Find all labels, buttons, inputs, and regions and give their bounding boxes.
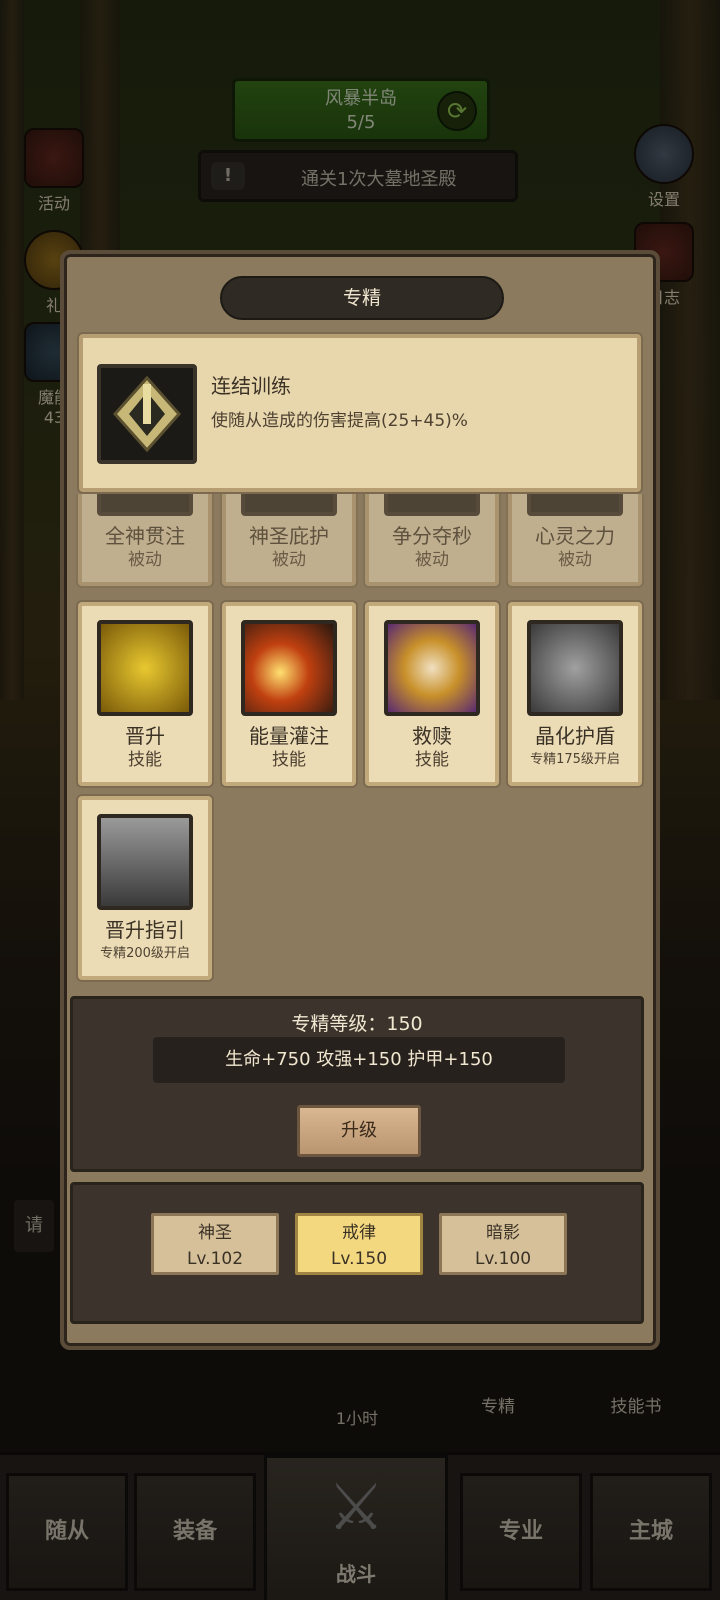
- skill-card[interactable]: 晋升指引 专精200级开启: [78, 796, 212, 980]
- ascension-icon: [97, 620, 193, 716]
- skill-name: 能量灌注: [249, 724, 329, 748]
- skill-type: 被动: [128, 550, 162, 570]
- skill-type: 被动: [415, 550, 449, 570]
- specialization-modal: 专精 连结训练 使随从造成的伤害提高(25+45)% 全神贯注 被动 神圣庇护 …: [60, 250, 660, 1350]
- tree-level: Lv.100: [474, 1249, 532, 1269]
- skill-card[interactable]: 神圣庇护 被动: [222, 494, 356, 586]
- ascension-guide-icon: [97, 814, 193, 910]
- skill-name: 神圣庇护: [249, 524, 329, 548]
- skill-detail-card: 连结训练 使随从造成的伤害提高(25+45)%: [79, 334, 641, 492]
- tree-name: 暗影: [486, 1223, 520, 1243]
- skill-icon: [527, 494, 623, 516]
- detail-skill-name: 连结训练: [211, 374, 291, 398]
- tree-name: 戒律: [342, 1223, 376, 1243]
- skill-card[interactable]: 心灵之力 被动: [508, 494, 642, 586]
- skill-card[interactable]: 能量灌注 技能: [222, 602, 356, 786]
- tree-level: Lv.102: [186, 1249, 244, 1269]
- tree-level: Lv.150: [330, 1249, 388, 1269]
- spec-level-panel: 专精等级：150 生命+750 攻强+150 护甲+150 升级: [70, 996, 644, 1172]
- spec-tree-selector: 神圣 Lv.102 戒律 Lv.150 暗影 Lv.100: [70, 1182, 644, 1324]
- tree-shadow-button[interactable]: 暗影 Lv.100: [439, 1213, 567, 1275]
- skill-name: 争分夺秒: [392, 524, 472, 548]
- skill-unlock-requirement: 专精200级开启: [100, 946, 190, 961]
- skill-name: 心灵之力: [535, 524, 615, 548]
- spec-stats: 生命+750 攻强+150 护甲+150: [153, 1037, 565, 1083]
- tree-name: 神圣: [198, 1223, 232, 1243]
- modal-title: 专精: [220, 276, 504, 320]
- crystal-shield-icon: [527, 620, 623, 716]
- skill-type: 被动: [558, 550, 592, 570]
- skill-name: 救赎: [412, 724, 452, 748]
- skill-card[interactable]: 晶化护盾 专精175级开启: [508, 602, 642, 786]
- linked-training-icon: [97, 364, 197, 464]
- tree-discipline-button[interactable]: 戒律 Lv.150: [295, 1213, 423, 1275]
- spec-level: 专精等级：150: [291, 1013, 423, 1035]
- upgrade-button[interactable]: 升级: [297, 1105, 421, 1157]
- skill-grid: 全神贯注 被动 神圣庇护 被动 争分夺秒 被动 心灵之力 被动 晋升 技能 能量…: [72, 494, 656, 994]
- skill-icon: [241, 494, 337, 516]
- skill-card[interactable]: 救赎 技能: [365, 602, 499, 786]
- skill-type: 被动: [272, 550, 306, 570]
- skill-type: 技能: [128, 750, 162, 770]
- tree-holy-button[interactable]: 神圣 Lv.102: [151, 1213, 279, 1275]
- skill-card[interactable]: 晋升 技能: [78, 602, 212, 786]
- detail-skill-desc: 使随从造成的伤害提高(25+45)%: [211, 411, 468, 431]
- skill-icon: [384, 494, 480, 516]
- skill-card[interactable]: 全神贯注 被动: [78, 494, 212, 586]
- skill-icon: [97, 494, 193, 516]
- skill-type: 技能: [415, 750, 449, 770]
- skill-card[interactable]: 争分夺秒 被动: [365, 494, 499, 586]
- skill-unlock-requirement: 专精175级开启: [530, 752, 620, 767]
- skill-name: 晋升: [125, 724, 165, 748]
- redemption-icon: [384, 620, 480, 716]
- skill-name: 全神贯注: [105, 524, 185, 548]
- skill-name: 晶化护盾: [535, 724, 615, 748]
- skill-type: 技能: [272, 750, 306, 770]
- energy-infusion-icon: [241, 620, 337, 716]
- skill-name: 晋升指引: [105, 918, 185, 942]
